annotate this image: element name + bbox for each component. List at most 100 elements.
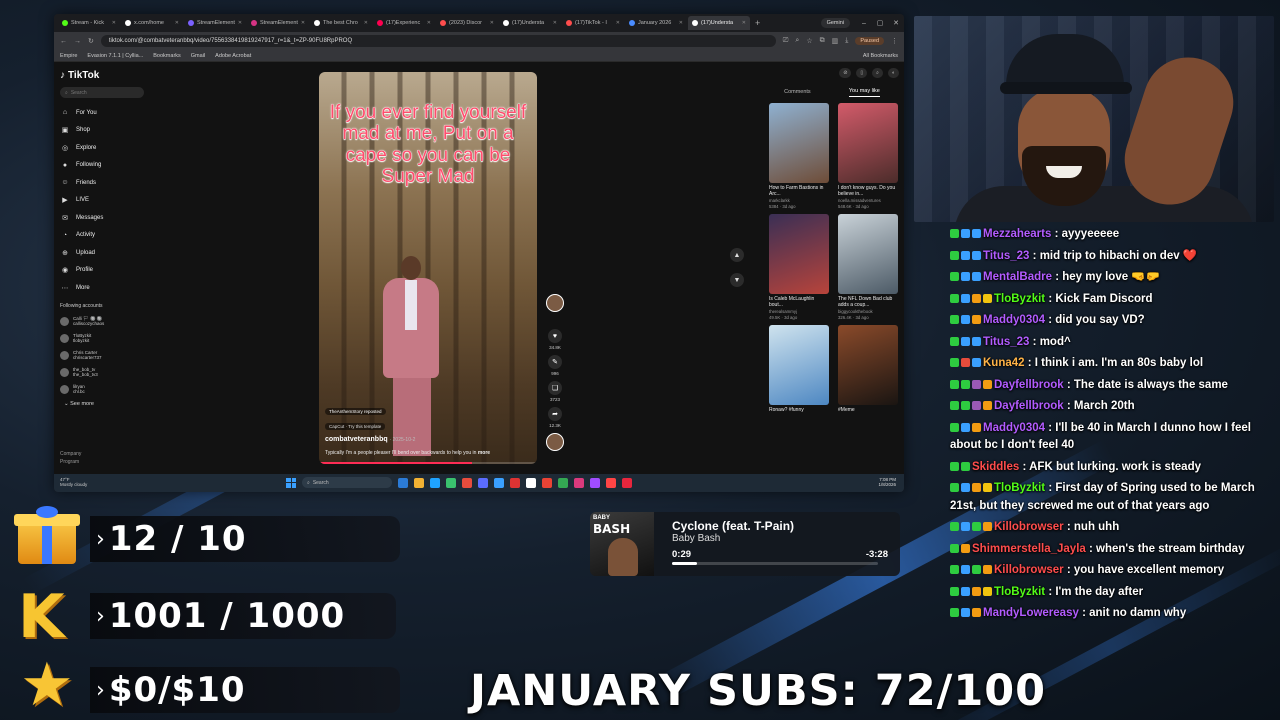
sidebar-item-shop[interactable]: ▣ Shop <box>60 122 144 140</box>
tab-close-icon[interactable]: ✕ <box>742 20 746 26</box>
suggested-video-card[interactable]: Is Caleb McLaughlin bout... therealsammyj… <box>769 214 829 320</box>
browser-tab[interactable]: (17)TikTok - I ✕ <box>562 16 624 30</box>
tab-close-icon[interactable]: ✕ <box>175 20 179 26</box>
tab-close-icon[interactable]: ✕ <box>112 20 116 26</box>
suggested-video-card[interactable]: How to Farm Bastions in Arc... markclarkk… <box>769 103 829 209</box>
new-tab-button[interactable]: + <box>755 18 760 28</box>
tab-close-icon[interactable]: ✕ <box>364 20 368 26</box>
tab-close-icon[interactable]: ✕ <box>238 20 242 26</box>
taskbar-search[interactable]: ⌕ Search <box>302 477 392 488</box>
browser-tab[interactable]: StreamElement ✕ <box>184 16 246 30</box>
forward-icon[interactable]: → <box>74 38 81 45</box>
video-player[interactable]: If you ever find yourself mad at me, Put… <box>319 72 537 464</box>
chat-username[interactable]: Titus_23 <box>983 336 1029 348</box>
chat-username[interactable]: Maddy0304 <box>983 422 1045 434</box>
suggested-video-card[interactable]: Ronaw? #funny <box>769 325 829 420</box>
taskbar-app-icon[interactable] <box>510 477 520 488</box>
menu-icon[interactable]: ⋮ <box>891 37 898 45</box>
taskbar-app-icon[interactable] <box>606 477 616 488</box>
sidebar-item-activity[interactable]: ◔ Activity <box>60 227 144 245</box>
chat-username[interactable]: Killobrowser <box>994 521 1064 533</box>
taskbar-app-icon[interactable] <box>622 477 632 488</box>
browser-tab[interactable]: (17)Understa ✕ <box>499 16 561 30</box>
following-account[interactable]: Chris Carter chriscarter737 <box>60 347 144 364</box>
bookmark-item[interactable]: Gmail <box>191 53 205 59</box>
address-bar[interactable]: tiktok.com/@combatveteranbbq/video/75563… <box>100 35 776 47</box>
browser-tab[interactable]: Stream - Kick ✕ <box>58 16 120 30</box>
scroll-up-button[interactable]: ▲ <box>730 248 744 262</box>
sidebar-item-messages[interactable]: ✉ Messages <box>60 209 144 227</box>
reload-icon[interactable]: ↻ <box>88 37 94 45</box>
share-button[interactable]: ➦ 12.3K <box>544 407 566 428</box>
following-account[interactable]: the_bob_tv the_bob_tv3 <box>60 364 144 381</box>
zoom-icon[interactable]: ⌕ <box>795 37 799 45</box>
chat-username[interactable]: Dayfellbrook <box>994 379 1064 391</box>
browser-tab[interactable]: (2023) Discor ✕ <box>436 16 498 30</box>
bookmark-item[interactable]: Evasion 7.1.1 | Cyllia... <box>87 53 143 59</box>
taskbar-app-icon[interactable] <box>478 477 488 488</box>
tab-close-icon[interactable]: ✕ <box>490 20 494 26</box>
tab-comments[interactable]: Comments <box>784 89 811 95</box>
footer-company-link[interactable]: Company <box>60 450 81 458</box>
minimize-button[interactable]: – <box>856 20 872 27</box>
chat-username[interactable]: MandyLowereasy <box>983 607 1079 619</box>
see-more-link[interactable]: ⌄ See more <box>64 401 144 407</box>
video-progress-bar[interactable] <box>319 462 537 464</box>
chat-username[interactable]: Killobrowser <box>994 564 1064 576</box>
chat-username[interactable]: TloByzkit <box>994 586 1045 598</box>
taskbar-app-icon[interactable] <box>590 477 600 488</box>
chat-username[interactable]: MentalBadre <box>983 271 1052 283</box>
sidebar-item-following[interactable]: ● Following <box>60 157 144 175</box>
extensions-icon[interactable]: ⧉ <box>820 37 825 45</box>
sound-avatar-button[interactable] <box>544 433 566 451</box>
following-account[interactable]: lilryan chl.bc <box>60 381 144 398</box>
video-author[interactable]: combatveteranbbq · 2025-10-2 <box>325 436 415 443</box>
taskbar-app-icon[interactable] <box>574 477 584 488</box>
taskbar-app-icon[interactable] <box>446 477 456 488</box>
profile-paused-button[interactable]: Paused <box>855 37 884 45</box>
sidebar-item-more[interactable]: ⋯ More <box>60 279 144 297</box>
sidebar-item-upload[interactable]: ⊕ Upload <box>60 244 144 262</box>
chat-username[interactable]: Dayfellbrook <box>994 400 1064 412</box>
tab-close-icon[interactable]: ✕ <box>553 20 557 26</box>
sidebar-item-for-you[interactable]: ⌂ For You <box>60 104 144 122</box>
back-icon[interactable]: ← <box>60 38 67 45</box>
chat-username[interactable]: Titus_23 <box>983 250 1029 262</box>
reposted-tag[interactable]: TheAnthemStory reposted <box>325 408 386 415</box>
panel-tool-icon[interactable]: ◐ <box>887 68 899 78</box>
description-more-link[interactable]: more <box>478 450 490 456</box>
bookmark-item[interactable]: Bookmarks <box>153 53 181 59</box>
chat-username[interactable]: Skiddles <box>972 461 1019 473</box>
chat-username[interactable]: TloByzkit <box>994 482 1045 494</box>
chat-username[interactable]: Shimmerstella_Jayla <box>972 543 1086 555</box>
panel-tool-icon[interactable]: ⊘ <box>839 68 852 78</box>
sidebar-icon[interactable]: ▥ <box>832 37 839 45</box>
sidebar-item-explore[interactable]: ◎ Explore <box>60 139 144 157</box>
gemini-button[interactable]: Gemini <box>820 18 850 28</box>
all-bookmarks-button[interactable]: All Bookmarks <box>863 53 898 59</box>
sidebar-item-friends[interactable]: ☺ Friends <box>60 174 144 192</box>
capcut-template-link[interactable]: CapCut · Try this template <box>325 423 386 430</box>
chat-username[interactable]: Maddy0304 <box>983 314 1045 326</box>
creator-avatar-button[interactable] <box>544 294 566 324</box>
bookmark-star-icon[interactable]: ☆ <box>806 37 812 45</box>
taskbar-app-icon[interactable] <box>414 477 424 488</box>
suggested-video-card[interactable]: The NFL Down Bad club adds a coup... bigg… <box>838 214 898 320</box>
browser-tab[interactable]: x.com/home ✕ <box>121 16 183 30</box>
weather-widget[interactable]: 47°F Mostly cloudy <box>60 477 87 488</box>
tab-you-may-like[interactable]: You may like <box>848 88 880 97</box>
tab-close-icon[interactable]: ✕ <box>427 20 431 26</box>
following-account[interactable]: TloByzkit tlobyzkit <box>60 330 144 347</box>
browser-tab[interactable]: (17)Experienc ✕ <box>373 16 435 30</box>
chat-username[interactable]: Mezzahearts <box>983 228 1051 240</box>
browser-tab[interactable]: The best Chro ✕ <box>310 16 372 30</box>
taskbar-app-icon[interactable] <box>542 477 552 488</box>
tab-close-icon[interactable]: ✕ <box>301 20 305 26</box>
start-button[interactable] <box>286 477 296 488</box>
footer-program-link[interactable]: Program <box>60 458 81 466</box>
taskbar-app-icon[interactable] <box>462 477 472 488</box>
browser-tab[interactable]: January 2026 ✕ <box>625 16 687 30</box>
following-account[interactable]: Calli 🏳 🔘 🔘 calliscozychaos <box>60 313 144 330</box>
taskbar-app-icon[interactable] <box>558 477 568 488</box>
taskbar-app-icon[interactable] <box>526 477 536 488</box>
